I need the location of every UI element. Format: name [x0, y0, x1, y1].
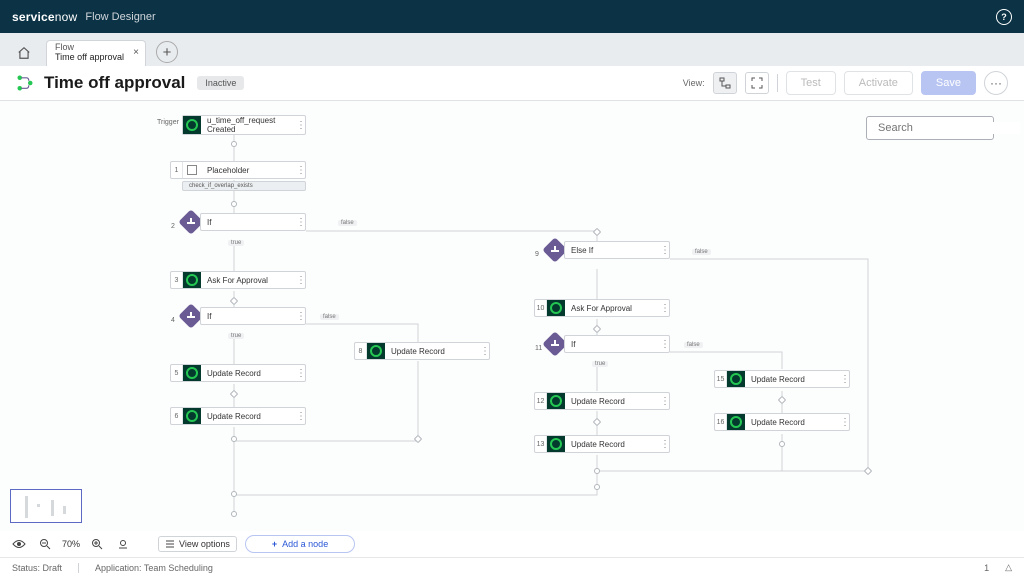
- status-bar: Status: Draft Application: Team Scheduli…: [0, 557, 1024, 577]
- tab-name: Time off approval: [55, 53, 124, 63]
- fit-screen-button[interactable]: [114, 536, 132, 552]
- canvas-bottom-controls: 70% View options + Add a node: [0, 531, 1024, 557]
- node-menu-icon[interactable]: ⋮: [297, 365, 305, 381]
- node-9-elseif-diamond[interactable]: [546, 241, 564, 259]
- node-11-if-diamond[interactable]: [546, 335, 564, 353]
- separator: [78, 563, 79, 573]
- view-expand-button[interactable]: [745, 72, 769, 94]
- home-tab[interactable]: [8, 40, 40, 66]
- node-menu-icon[interactable]: ⋮: [841, 371, 849, 387]
- true-label: true: [228, 333, 244, 339]
- true-label: true: [228, 240, 244, 246]
- node-13-update-record[interactable]: 13 Update Record ⋮: [534, 435, 670, 453]
- test-button[interactable]: Test: [786, 71, 836, 95]
- view-flow-diagram-button[interactable]: [713, 72, 737, 94]
- node-4-if[interactable]: If ⋮: [200, 307, 306, 325]
- fit-icon: [117, 538, 129, 550]
- minimap[interactable]: [10, 489, 82, 523]
- node-menu-icon[interactable]: ⋮: [661, 300, 669, 316]
- zoom-percentage: 70%: [62, 539, 80, 549]
- node-9-elseif[interactable]: Else If ⋮: [564, 241, 670, 259]
- false-label: false: [338, 220, 357, 226]
- false-label: false: [684, 342, 703, 348]
- node-menu-icon[interactable]: ⋮: [661, 336, 669, 352]
- zoom-in-button[interactable]: [88, 536, 106, 552]
- status-text: Status: Draft: [12, 563, 62, 573]
- node-16-update-record[interactable]: 16 Update Record ⋮: [714, 413, 850, 431]
- tab-row: Flow Time off approval × +: [0, 33, 1024, 66]
- node-menu-icon[interactable]: ⋮: [297, 116, 305, 134]
- node-5-update-record[interactable]: 5 Update Record ⋮: [170, 364, 306, 382]
- subflow-chip[interactable]: check_if_overlap_exists: [182, 181, 306, 191]
- node-3-ask-approval[interactable]: 3 Ask For Approval ⋮: [170, 271, 306, 289]
- view-label: View:: [683, 78, 705, 88]
- node-menu-icon[interactable]: ⋮: [661, 242, 669, 258]
- warning-icon[interactable]: △: [1005, 562, 1012, 573]
- brand-suffix: now: [55, 10, 78, 24]
- zoom-out-icon: [39, 538, 51, 550]
- true-label: true: [592, 361, 608, 367]
- separator: [777, 74, 778, 92]
- false-label: false: [320, 314, 339, 320]
- status-pill: Inactive: [197, 76, 244, 90]
- application-text: Application: Team Scheduling: [95, 563, 213, 573]
- brand-logo: servicenow: [12, 10, 77, 24]
- node-15-update-record[interactable]: 15 Update Record ⋮: [714, 370, 850, 388]
- false-label: false: [692, 249, 711, 255]
- trigger-label: Trigger: [157, 119, 179, 126]
- node-menu-icon[interactable]: ⋮: [661, 393, 669, 409]
- expand-icon: [751, 77, 763, 89]
- list-icon: [165, 539, 175, 549]
- node-menu-icon[interactable]: ⋮: [297, 214, 305, 230]
- node-4-if-diamond[interactable]: [182, 307, 200, 325]
- eye-icon: [12, 539, 26, 549]
- node-menu-icon[interactable]: ⋮: [661, 436, 669, 452]
- flow-header: Time off approval Inactive View: Test Ac…: [0, 66, 1024, 101]
- view-options-button[interactable]: View options: [158, 536, 237, 552]
- add-node-button[interactable]: + Add a node: [245, 535, 355, 553]
- page-title: Time off approval: [44, 73, 185, 93]
- node-menu-icon[interactable]: ⋮: [841, 414, 849, 430]
- node-2-if-diamond[interactable]: [182, 213, 200, 231]
- trigger-line1: u_time_off_request: [207, 116, 291, 125]
- home-icon: [17, 46, 31, 60]
- activate-button[interactable]: Activate: [844, 71, 913, 95]
- trigger-line2: Created: [207, 125, 291, 134]
- app-name: Flow Designer: [85, 11, 155, 23]
- node-menu-icon[interactable]: ⋮: [481, 343, 489, 359]
- zoom-in-icon: [91, 538, 103, 550]
- node-6-update-record[interactable]: 6 Update Record ⋮: [170, 407, 306, 425]
- node-12-update-record[interactable]: 12 Update Record ⋮: [534, 392, 670, 410]
- flow-tab[interactable]: Flow Time off approval ×: [46, 40, 146, 66]
- node-8-update-record[interactable]: 8 Update Record ⋮: [354, 342, 490, 360]
- node-11-if[interactable]: If ⋮: [564, 335, 670, 353]
- toggle-preview-button[interactable]: [10, 536, 28, 552]
- top-navbar: servicenow Flow Designer ?: [0, 0, 1024, 33]
- close-icon[interactable]: ×: [133, 47, 139, 58]
- node-menu-icon[interactable]: ⋮: [297, 162, 305, 178]
- trigger-node[interactable]: u_time_off_request Created ⋮: [182, 115, 306, 135]
- diagram-icon: [719, 77, 731, 89]
- warning-count[interactable]: 1: [984, 563, 989, 573]
- flow-canvas[interactable]: Trigger u_time_off_request Created ⋮ 1 P…: [0, 101, 1024, 557]
- node-2-if[interactable]: If ⋮: [200, 213, 306, 231]
- node-1-placeholder[interactable]: 1 Placeholder ⋮: [170, 161, 306, 179]
- node-menu-icon[interactable]: ⋮: [297, 272, 305, 288]
- more-actions-button[interactable]: ···: [984, 71, 1008, 95]
- add-tab-button[interactable]: +: [156, 41, 178, 63]
- brand-prefix: service: [12, 10, 55, 24]
- flow-icon: [16, 74, 34, 92]
- node-10-ask-approval[interactable]: 10 Ask For Approval ⋮: [534, 299, 670, 317]
- node-menu-icon[interactable]: ⋮: [297, 308, 305, 324]
- node-menu-icon[interactable]: ⋮: [297, 408, 305, 424]
- save-button[interactable]: Save: [921, 71, 976, 95]
- zoom-out-button[interactable]: [36, 536, 54, 552]
- help-button[interactable]: ?: [996, 9, 1012, 25]
